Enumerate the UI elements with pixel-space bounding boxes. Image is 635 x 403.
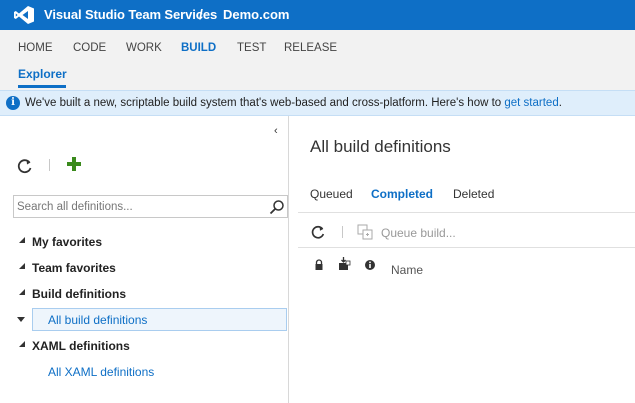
tree-node-team-favorites[interactable]: Team favorites	[0, 256, 289, 280]
tree-label: Team favorites	[32, 261, 116, 275]
tab-explorer[interactable]: Explorer	[18, 67, 67, 81]
search-input[interactable]	[17, 198, 262, 215]
build-reason-icon[interactable]	[337, 257, 351, 271]
column-header-name[interactable]: Name	[391, 263, 423, 277]
banner-message: We've built a new, scriptable build syst…	[25, 97, 562, 109]
get-started-link[interactable]: get started	[504, 97, 558, 109]
hub-home[interactable]: HOME	[18, 42, 53, 54]
info-icon: i	[6, 96, 20, 110]
hub-release[interactable]: RELEASE	[284, 42, 337, 54]
banner-text: We've built a new, scriptable build syst…	[25, 97, 505, 109]
tree-label: My favorites	[32, 235, 103, 249]
right-pane: All build definitions Queued Completed D…	[290, 116, 635, 403]
queue-build-icon[interactable]	[357, 224, 373, 240]
tab-deleted[interactable]: Deleted	[453, 187, 494, 201]
toolbar-divider	[298, 247, 635, 248]
collapse-pane-button[interactable]: ‹	[274, 125, 278, 137]
tree-node-xaml-definitions[interactable]: XAML definitions	[0, 334, 289, 358]
tree-node-all-xaml-definitions[interactable]: All XAML definitions	[0, 360, 289, 384]
tree-node-build-definitions[interactable]: Build definitions	[0, 282, 289, 306]
hub-build[interactable]: BUILD	[181, 42, 216, 54]
info-banner: i We've built a new, scriptable build sy…	[0, 90, 635, 116]
project-name[interactable]: Demo.com	[223, 7, 289, 22]
toolbar-separator	[342, 226, 343, 238]
visual-studio-logo-icon[interactable]	[14, 6, 34, 24]
tree-label: All build definitions	[48, 313, 148, 327]
top-bar: Visual Studio Team Services / Demo.com	[0, 0, 635, 30]
context-menu-arrow-icon[interactable]	[17, 316, 25, 324]
status-info-icon[interactable]	[364, 259, 376, 271]
expanded-arrow-icon[interactable]	[18, 288, 26, 296]
refresh-icon[interactable]	[16, 157, 34, 175]
tree-label: XAML definitions	[32, 339, 130, 353]
toolbar-separator	[49, 159, 50, 171]
expanded-arrow-icon[interactable]	[18, 262, 26, 270]
hub-work[interactable]: WORK	[126, 42, 162, 54]
tree-node-all-build-definitions[interactable]: All build definitions	[0, 308, 289, 332]
tab-queued[interactable]: Queued	[310, 187, 353, 201]
tree-label: Build definitions	[32, 287, 126, 301]
title-separator: /	[199, 6, 203, 22]
tree-node-my-favorites[interactable]: My favorites	[0, 230, 289, 254]
refresh-icon[interactable]	[310, 224, 326, 240]
tab-completed[interactable]: Completed	[371, 187, 433, 201]
expanded-arrow-icon[interactable]	[18, 340, 26, 348]
tabs-divider	[298, 212, 635, 213]
lock-icon[interactable]	[313, 259, 325, 271]
app-title[interactable]: Visual Studio Team Services	[44, 7, 217, 22]
active-tab-indicator	[18, 85, 66, 88]
page-title: All build definitions	[310, 137, 451, 156]
expanded-arrow-icon[interactable]	[18, 236, 26, 244]
banner-suffix: .	[558, 97, 562, 109]
hub-code[interactable]: CODE	[73, 42, 106, 54]
search-definitions-box	[13, 195, 288, 218]
queue-build-button[interactable]: Queue build...	[381, 226, 456, 240]
search-icon[interactable]	[269, 199, 285, 215]
hub-test[interactable]: TEST	[237, 42, 266, 54]
hub-navigation: HOME CODE WORK BUILD TEST RELEASE Explor…	[0, 30, 635, 90]
left-pane: ‹ My favorites Team favorites Build defi…	[0, 116, 289, 403]
tree-label: All XAML definitions	[48, 365, 155, 379]
add-icon[interactable]	[66, 156, 82, 172]
